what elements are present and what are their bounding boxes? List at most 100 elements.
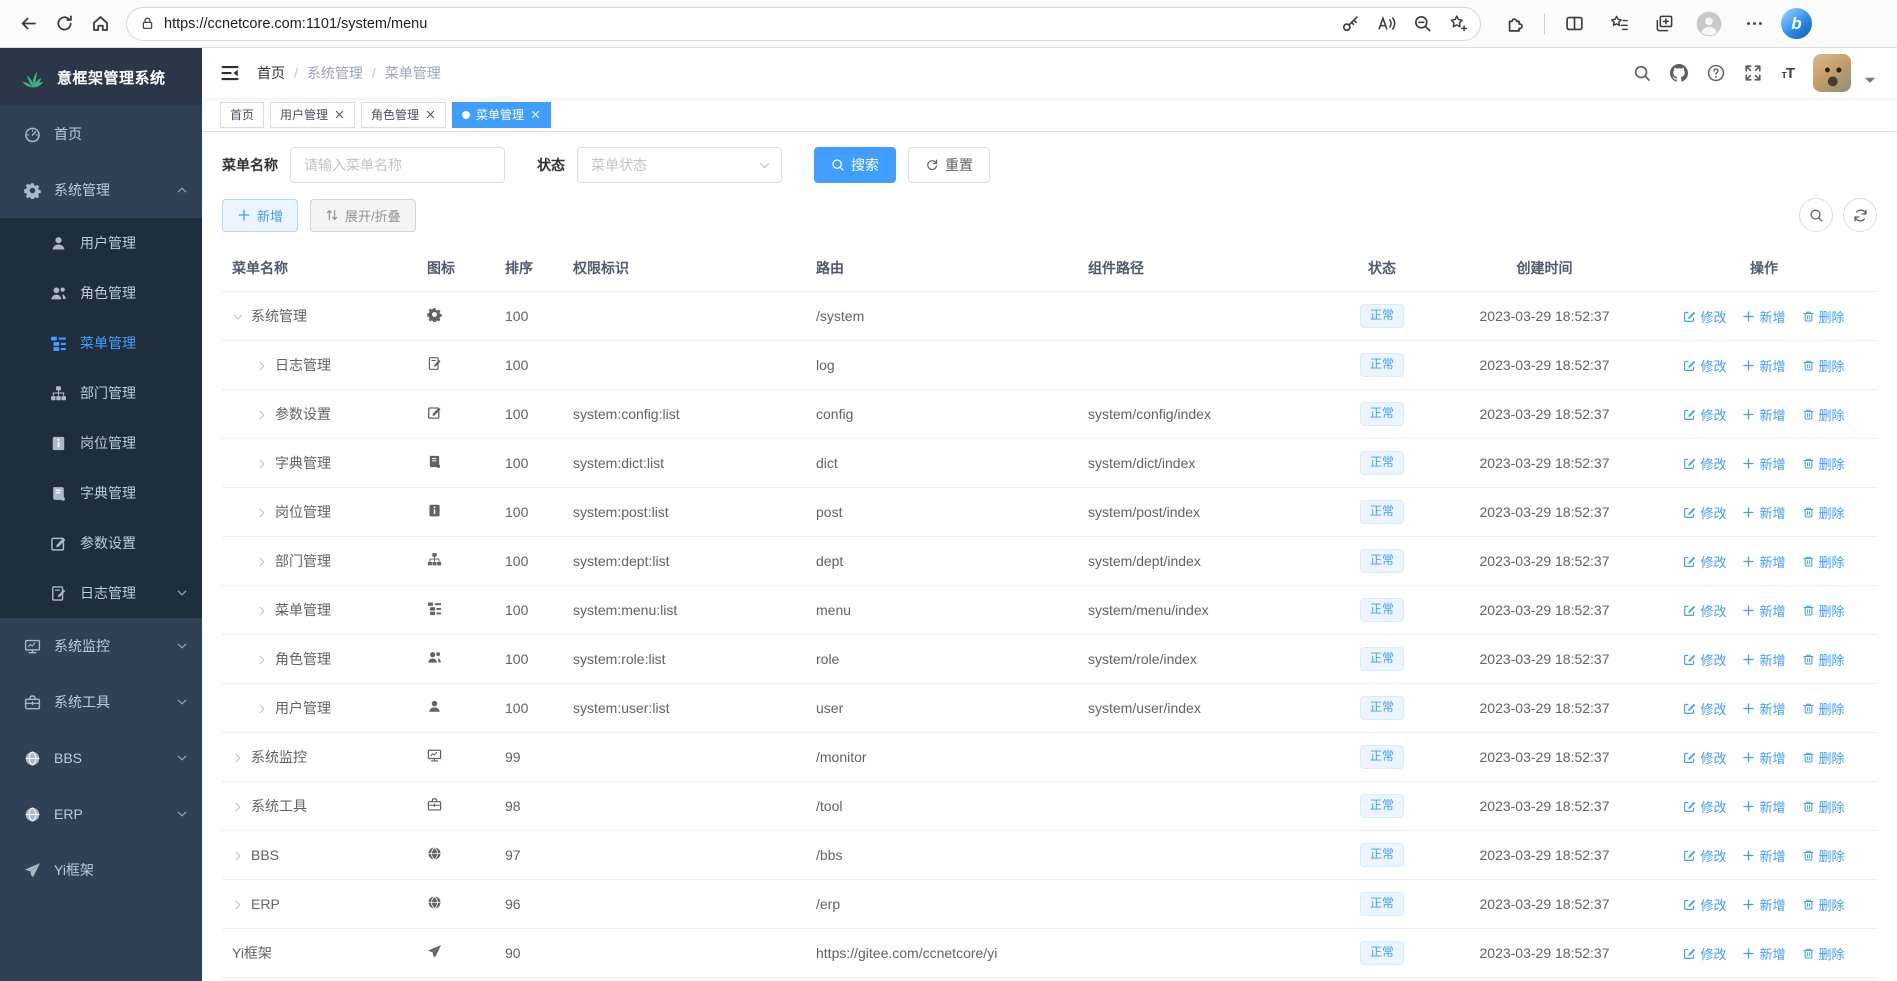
edit-link[interactable]: 修改 [1683,552,1726,571]
split-screen-button[interactable] [1556,7,1592,41]
tag-1[interactable]: 用户管理 [270,101,356,128]
close-icon[interactable] [425,109,436,120]
add-link[interactable]: 新增 [1742,944,1786,963]
edit-link[interactable]: 修改 [1683,503,1726,522]
search-button[interactable]: 搜索 [814,147,896,183]
expand-arrow-icon[interactable] [232,898,244,910]
add-link[interactable]: 新增 [1742,748,1786,767]
sidebar-toggle-icon[interactable] [220,63,240,83]
url-text[interactable]: https://ccnetcore.com:1101/system/menu [164,16,1334,32]
sidebar-item-6[interactable]: 岗位管理 [0,418,202,468]
edit-link[interactable]: 修改 [1683,650,1726,669]
edit-link[interactable]: 修改 [1683,797,1726,816]
sidebar-item-7[interactable]: 字典管理 [0,468,202,518]
help-icon[interactable] [1707,64,1725,82]
sidebar-item-12[interactable]: BBS [0,730,202,786]
add-link[interactable]: 新增 [1742,699,1786,718]
add-button[interactable]: 新增 [222,198,299,232]
expand-arrow-icon[interactable] [256,408,268,420]
edit-link[interactable]: 修改 [1683,601,1726,620]
delete-link[interactable]: 删除 [1802,846,1845,865]
edit-link[interactable]: 修改 [1683,699,1726,718]
edit-link[interactable]: 修改 [1683,356,1726,375]
expand-arrow-icon[interactable] [256,457,268,469]
add-link[interactable]: 新增 [1742,454,1786,473]
expand-arrow-icon[interactable] [232,800,244,812]
expand-arrow-icon[interactable] [256,555,268,567]
delete-link[interactable]: 删除 [1802,944,1845,963]
lock-icon[interactable] [140,16,155,31]
chevron-down-icon[interactable] [1861,71,1879,89]
sidebar-item-2[interactable]: 用户管理 [0,218,202,268]
expand-arrow-icon[interactable] [256,653,268,665]
add-link[interactable]: 新增 [1742,405,1786,424]
toggle-search-button[interactable] [1799,198,1833,232]
expand-arrow-icon[interactable] [256,604,268,616]
sidebar-item-8[interactable]: 参数设置 [0,518,202,568]
sidebar-item-4[interactable]: 菜单管理 [0,318,202,368]
add-link[interactable]: 新增 [1742,846,1786,865]
edit-link[interactable]: 修改 [1683,405,1726,424]
favorites-bar-button[interactable] [1601,7,1637,41]
bing-chat-button[interactable]: b [1781,8,1812,39]
extensions-button[interactable] [1497,7,1533,41]
sidebar-item-11[interactable]: 系统工具 [0,674,202,730]
edit-link[interactable]: 修改 [1683,454,1726,473]
edit-link[interactable]: 修改 [1683,944,1726,963]
expand-arrow-icon[interactable] [232,310,244,322]
reset-button[interactable]: 重置 [908,147,990,183]
expand-arrow-icon[interactable] [256,702,268,714]
edit-link[interactable]: 修改 [1683,895,1726,914]
browser-menu-button[interactable] [1736,7,1772,41]
menu-name-input[interactable] [290,147,505,183]
delete-link[interactable]: 删除 [1802,601,1845,620]
delete-link[interactable]: 删除 [1802,356,1845,375]
add-link[interactable]: 新增 [1742,307,1786,326]
sidebar-item-10[interactable]: 系统监控 [0,618,202,674]
expand-arrow-icon[interactable] [232,751,244,763]
expand-arrow-icon[interactable] [256,359,268,371]
delete-link[interactable]: 删除 [1802,797,1845,816]
delete-link[interactable]: 删除 [1802,307,1845,326]
refresh-button[interactable] [46,7,82,41]
add-link[interactable]: 新增 [1742,552,1786,571]
password-button[interactable] [1334,9,1366,39]
sidebar-item-14[interactable]: Yi框架 [0,842,202,898]
delete-link[interactable]: 删除 [1802,699,1845,718]
edit-link[interactable]: 修改 [1683,748,1726,767]
read-aloud-button[interactable] [1370,9,1402,39]
refresh-table-button[interactable] [1843,198,1877,232]
favorite-add-button[interactable] [1442,9,1474,39]
delete-link[interactable]: 删除 [1802,650,1845,669]
back-button[interactable] [10,7,46,41]
add-link[interactable]: 新增 [1742,650,1786,669]
delete-link[interactable]: 删除 [1802,503,1845,522]
sidebar-item-0[interactable]: 首页 [0,106,202,162]
delete-link[interactable]: 删除 [1802,895,1845,914]
close-icon[interactable] [334,109,345,120]
browser-profile-button[interactable] [1691,7,1727,41]
sidebar-item-1[interactable]: 系统管理 [0,162,202,218]
zoom-out-button[interactable] [1406,9,1438,39]
add-link[interactable]: 新增 [1742,601,1786,620]
add-link[interactable]: 新增 [1742,356,1786,375]
delete-link[interactable]: 删除 [1802,454,1845,473]
expand-collapse-button[interactable]: 展开/折叠 [310,198,416,232]
search-icon[interactable] [1633,64,1651,82]
tag-3[interactable]: 菜单管理 [452,101,552,128]
delete-link[interactable]: 删除 [1802,748,1845,767]
address-bar[interactable]: https://ccnetcore.com:1101/system/menu [126,6,1481,41]
app-logo[interactable]: 意框架管理系统 [0,48,202,106]
tag-0[interactable]: 首页 [220,101,265,128]
sidebar-item-5[interactable]: 部门管理 [0,368,202,418]
expand-arrow-icon[interactable] [256,506,268,518]
sidebar-item-13[interactable]: ERP [0,786,202,842]
sidebar-item-9[interactable]: 日志管理 [0,568,202,618]
status-select[interactable]: 菜单状态 [577,147,782,183]
font-size-icon[interactable]: тT [1781,65,1795,82]
edit-link[interactable]: 修改 [1683,307,1726,326]
collections-button[interactable] [1646,7,1682,41]
github-icon[interactable] [1670,64,1689,82]
edit-link[interactable]: 修改 [1683,846,1726,865]
avatar[interactable] [1813,54,1851,92]
